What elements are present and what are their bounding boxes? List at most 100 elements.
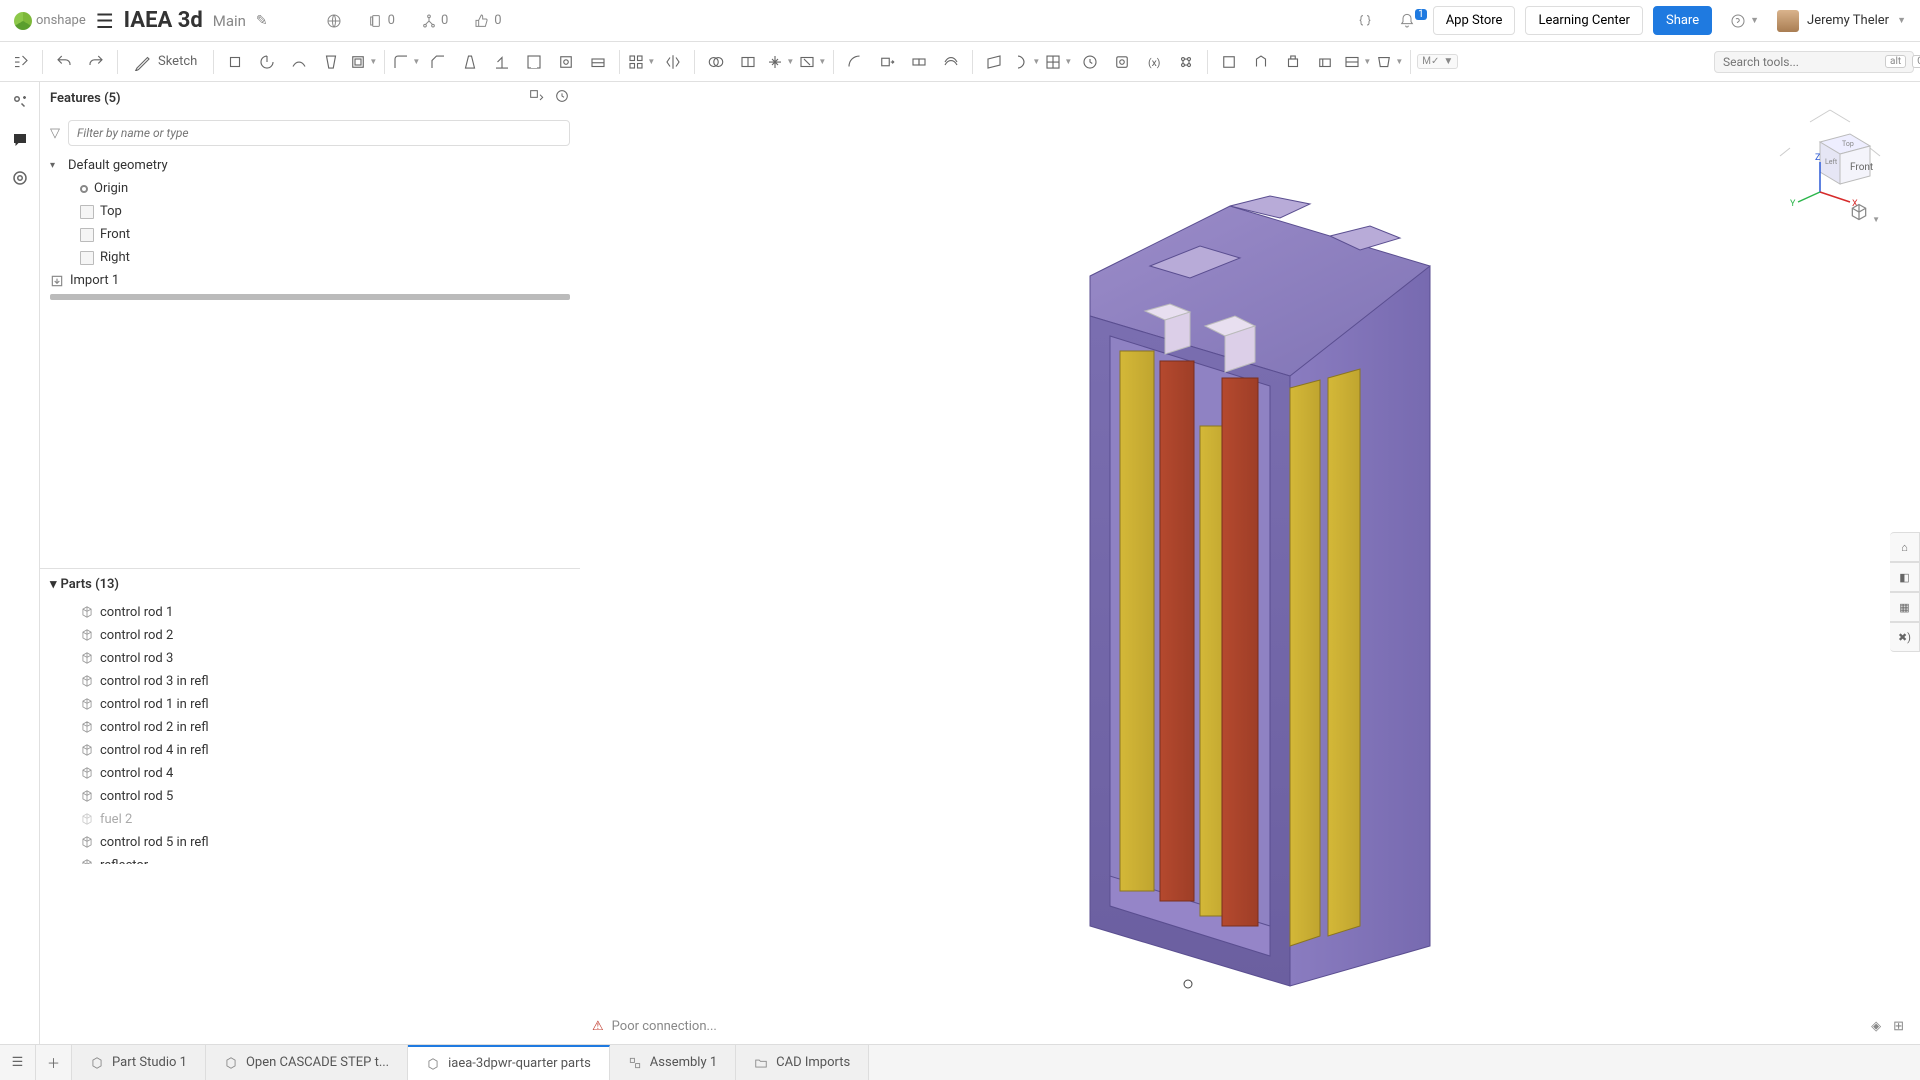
tab-open-cascade-step-t-[interactable]: Open CASCADE STEP t... xyxy=(206,1045,408,1080)
sm-tool-icon[interactable]: ▼ xyxy=(1342,47,1372,77)
delete-face-icon[interactable]: ▼ xyxy=(797,47,827,77)
view-cube-menu-icon[interactable]: ▼ xyxy=(1849,202,1880,226)
part-row[interactable]: control rod 3 xyxy=(40,647,580,670)
part-row[interactable]: control rod 1 in refl xyxy=(40,693,580,716)
braces-icon[interactable] xyxy=(1349,13,1381,29)
origin-row[interactable]: Origin xyxy=(40,177,580,200)
hole-icon[interactable] xyxy=(551,47,581,77)
tab-add-icon[interactable]: ＋ xyxy=(36,1045,72,1080)
units-icon[interactable]: ⊞ xyxy=(1893,1019,1904,1034)
cube-front[interactable]: Front xyxy=(1850,162,1873,173)
pattern-icon[interactable]: ▼ xyxy=(626,47,656,77)
likes-count[interactable]: 0 xyxy=(466,13,509,29)
plane-icon[interactable] xyxy=(979,47,1009,77)
rr-home-icon[interactable]: ⌂ xyxy=(1890,532,1920,562)
sketch-button[interactable]: Sketch xyxy=(124,47,207,77)
plane-front-row[interactable]: Front xyxy=(40,223,580,246)
tab-cad-imports[interactable]: CAD Imports xyxy=(736,1045,869,1080)
tab-iaea-3dpwr-quarter-parts[interactable]: iaea-3dpwr-quarter parts xyxy=(408,1045,610,1080)
rail-history-icon[interactable] xyxy=(8,166,32,190)
import-row[interactable]: Import 1 xyxy=(40,269,580,292)
share-button[interactable]: Share xyxy=(1653,6,1712,35)
loft-icon[interactable] xyxy=(316,47,346,77)
appstore-button[interactable]: App Store xyxy=(1433,6,1516,35)
part-row[interactable]: control rod 4 in refl xyxy=(40,739,580,762)
redo-icon[interactable] xyxy=(81,47,111,77)
features-rollback-icon[interactable] xyxy=(554,88,570,108)
search-input[interactable] xyxy=(1723,55,1879,69)
rr-section-icon[interactable]: ▦ xyxy=(1890,592,1920,622)
plane-top-row[interactable]: Top xyxy=(40,200,580,223)
fillet-icon[interactable]: ▼ xyxy=(391,47,421,77)
feature-list-toggle[interactable] xyxy=(6,47,36,77)
branch-count[interactable]: 0 xyxy=(413,13,456,29)
default-geometry-row[interactable]: ▾ Default geometry xyxy=(40,154,580,177)
variable-icon[interactable]: (x) xyxy=(1139,47,1169,77)
document-title[interactable]: IAEA 3d xyxy=(124,8,203,33)
modify-fillet-icon[interactable] xyxy=(840,47,870,77)
rail-add-icon[interactable] xyxy=(8,90,32,114)
tab-menu-icon[interactable]: ☰ xyxy=(0,1045,36,1080)
tab-part-studio-1[interactable]: Part Studio 1 xyxy=(72,1045,206,1080)
precision-icon[interactable]: ◈ xyxy=(1871,1019,1881,1034)
part-row[interactable]: control rod 5 xyxy=(40,785,580,808)
chamfer-icon[interactable] xyxy=(423,47,453,77)
part-row[interactable]: control rod 4 xyxy=(40,762,580,785)
help-icon[interactable]: ▼ xyxy=(1722,13,1767,29)
rollback-bar[interactable] xyxy=(50,294,570,300)
sm-tool2-icon[interactable]: ▼ xyxy=(1374,47,1404,77)
tab-assembly-1[interactable]: Assembly 1 xyxy=(610,1045,736,1080)
undo-icon[interactable] xyxy=(49,47,79,77)
part-row[interactable]: control rod 3 in refl xyxy=(40,670,580,693)
history-count[interactable]: 0 xyxy=(360,13,403,29)
mirror-icon[interactable] xyxy=(658,47,688,77)
bend-icon[interactable] xyxy=(1310,47,1340,77)
flange-icon[interactable] xyxy=(1246,47,1276,77)
search-tools[interactable]: alt C xyxy=(1714,51,1914,73)
branch-label[interactable]: Main xyxy=(213,12,246,30)
boolean-icon[interactable] xyxy=(701,47,731,77)
transform-icon[interactable]: ▼ xyxy=(765,47,795,77)
tab-icon[interactable] xyxy=(1278,47,1308,77)
learning-button[interactable]: Learning Center xyxy=(1525,6,1643,35)
point-icon[interactable] xyxy=(1075,47,1105,77)
edit-name-icon[interactable]: ✎ xyxy=(256,13,268,29)
hamburger-icon[interactable]: ☰ xyxy=(96,9,114,33)
filter-icon[interactable]: ▽ xyxy=(50,126,60,141)
features-config-icon[interactable] xyxy=(528,88,544,108)
thicken-icon[interactable]: ▼ xyxy=(348,47,378,77)
tool-8-icon[interactable] xyxy=(583,47,613,77)
filter-input[interactable] xyxy=(68,120,570,146)
extrude-icon[interactable] xyxy=(220,47,250,77)
rr-measure-icon[interactable]: ✖) xyxy=(1890,622,1920,652)
mate-connector-icon[interactable] xyxy=(1107,47,1137,77)
canvas-3d[interactable]: ⚠ Poor connection... Front Left Top Z X xyxy=(580,82,1920,1044)
draft-icon[interactable] xyxy=(455,47,485,77)
config-icon[interactable] xyxy=(1171,47,1201,77)
app-logo[interactable]: onshape xyxy=(14,12,86,30)
split-icon[interactable] xyxy=(733,47,763,77)
sheet-metal-icon[interactable] xyxy=(1214,47,1244,77)
part-row[interactable]: control rod 1 xyxy=(40,601,580,624)
globe-icon[interactable] xyxy=(318,13,350,29)
plane-right-row[interactable]: Right xyxy=(40,246,580,269)
sweep-icon[interactable] xyxy=(284,47,314,77)
replace-face-icon[interactable] xyxy=(904,47,934,77)
part-row[interactable]: reflector xyxy=(40,854,580,865)
view-cube[interactable]: Front Left Top Z X Y ▼ xyxy=(1770,102,1890,222)
rail-comments-icon[interactable] xyxy=(8,128,32,152)
user-menu[interactable]: Jeremy Theler ▼ xyxy=(1777,10,1906,32)
rib-icon[interactable] xyxy=(487,47,517,77)
helix-icon[interactable]: ▼ xyxy=(1011,47,1041,77)
rr-iso-icon[interactable]: ◧ xyxy=(1890,562,1920,592)
part-row[interactable]: fuel 2 xyxy=(40,808,580,831)
shell-icon[interactable] xyxy=(519,47,549,77)
notifications-icon[interactable]: 1 xyxy=(1391,13,1423,29)
part-row[interactable]: control rod 2 xyxy=(40,624,580,647)
mate-badge[interactable]: M✓▼ xyxy=(1417,54,1458,69)
part-row[interactable]: control rod 5 in refl xyxy=(40,831,580,854)
curve-icon[interactable]: ▼ xyxy=(1043,47,1073,77)
move-face-icon[interactable] xyxy=(872,47,902,77)
part-row[interactable]: control rod 2 in refl xyxy=(40,716,580,739)
offset-surface-icon[interactable] xyxy=(936,47,966,77)
